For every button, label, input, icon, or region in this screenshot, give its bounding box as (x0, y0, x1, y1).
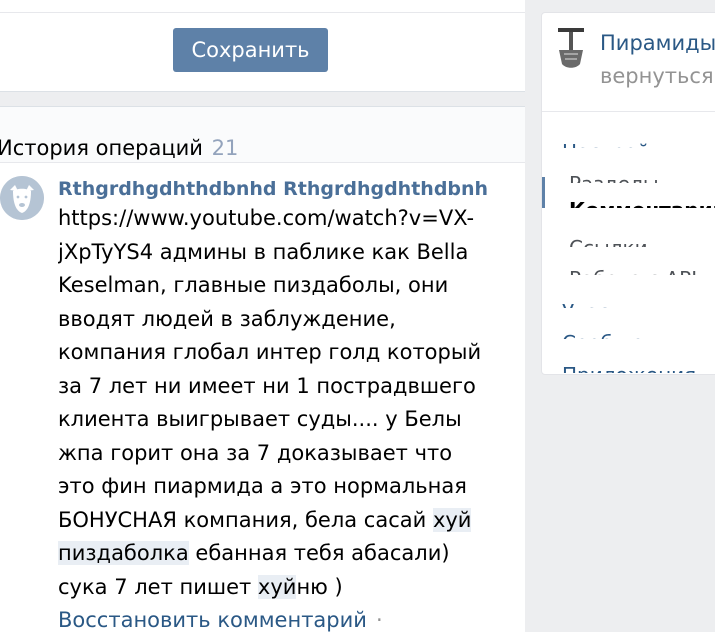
comment-actions: Восстановить комментарий · (58, 604, 488, 632)
history-title: История операций 21 (0, 136, 238, 160)
sidebar-item-sections[interactable]: Разделы (542, 161, 715, 183)
default-dog-avatar-icon (0, 176, 44, 220)
settings-form-card: Сохранить (0, 0, 525, 92)
censored-word: хуй (432, 507, 472, 532)
sidebar-item-label: Сообщения (562, 330, 682, 339)
sidebar-item-comments[interactable]: Комментарии (542, 191, 715, 208)
sidebar-item-links[interactable]: Ссылки (542, 227, 715, 247)
save-button[interactable]: Сохранить (173, 28, 328, 72)
censored-word: пиздаболка (58, 541, 189, 565)
sidebar-item-members[interactable]: Участники (542, 290, 715, 308)
comment-text-part: ню ) (296, 574, 343, 599)
group-name-link[interactable]: Пирамиды (600, 31, 715, 55)
history-header: История операций 21 (0, 107, 525, 163)
sidebar-item-settings[interactable]: Настройки (542, 128, 715, 148)
history-title-label: История операций (0, 136, 203, 160)
thor-hammer-logo-icon[interactable] (556, 26, 586, 72)
sidebar-item-label: Разделы (569, 171, 659, 183)
sidebar-item-label: Работа с API (569, 266, 697, 275)
sidebar-divider (542, 111, 715, 112)
sidebar-item-label: Комментарии (569, 197, 715, 208)
history-count: 21 (211, 136, 239, 160)
sidebar-item-api[interactable]: Работа с API (542, 259, 715, 275)
card-divider (0, 12, 525, 13)
sidebar-item-messages[interactable]: Сообщения (542, 321, 715, 339)
community-menu-card: Пирамиды вернуться Настройки Разделы Ком… (541, 12, 715, 375)
back-to-group-link[interactable]: вернуться (600, 64, 714, 88)
author-avatar[interactable] (0, 176, 44, 220)
comment-author-link[interactable]: Rthgrdhgdhthdbnhd Rthgrdhgdhthdbnhd (58, 176, 488, 202)
sidebar-item-label: Ссылки (569, 235, 648, 247)
comment: Rthgrdhgdhthdbnhd Rthgrdhgdhthdbnhd http… (58, 176, 488, 632)
sidebar-item-label: Участники (562, 299, 672, 308)
sidebar-item-apps[interactable]: Приложения (542, 353, 715, 373)
action-separator: · (376, 608, 383, 632)
restore-comment-link[interactable]: Восстановить комментарий (58, 608, 367, 632)
censored-word: хуй (257, 574, 297, 599)
comment-text-part: https://www.youtube.com/watch?v=VX-jXpTy… (58, 206, 482, 532)
sidebar-item-label: Настройки (562, 139, 675, 148)
comment-text: https://www.youtube.com/watch?v=VX-jXpTy… (58, 202, 488, 604)
sidebar-item-label: Приложения (562, 362, 696, 373)
